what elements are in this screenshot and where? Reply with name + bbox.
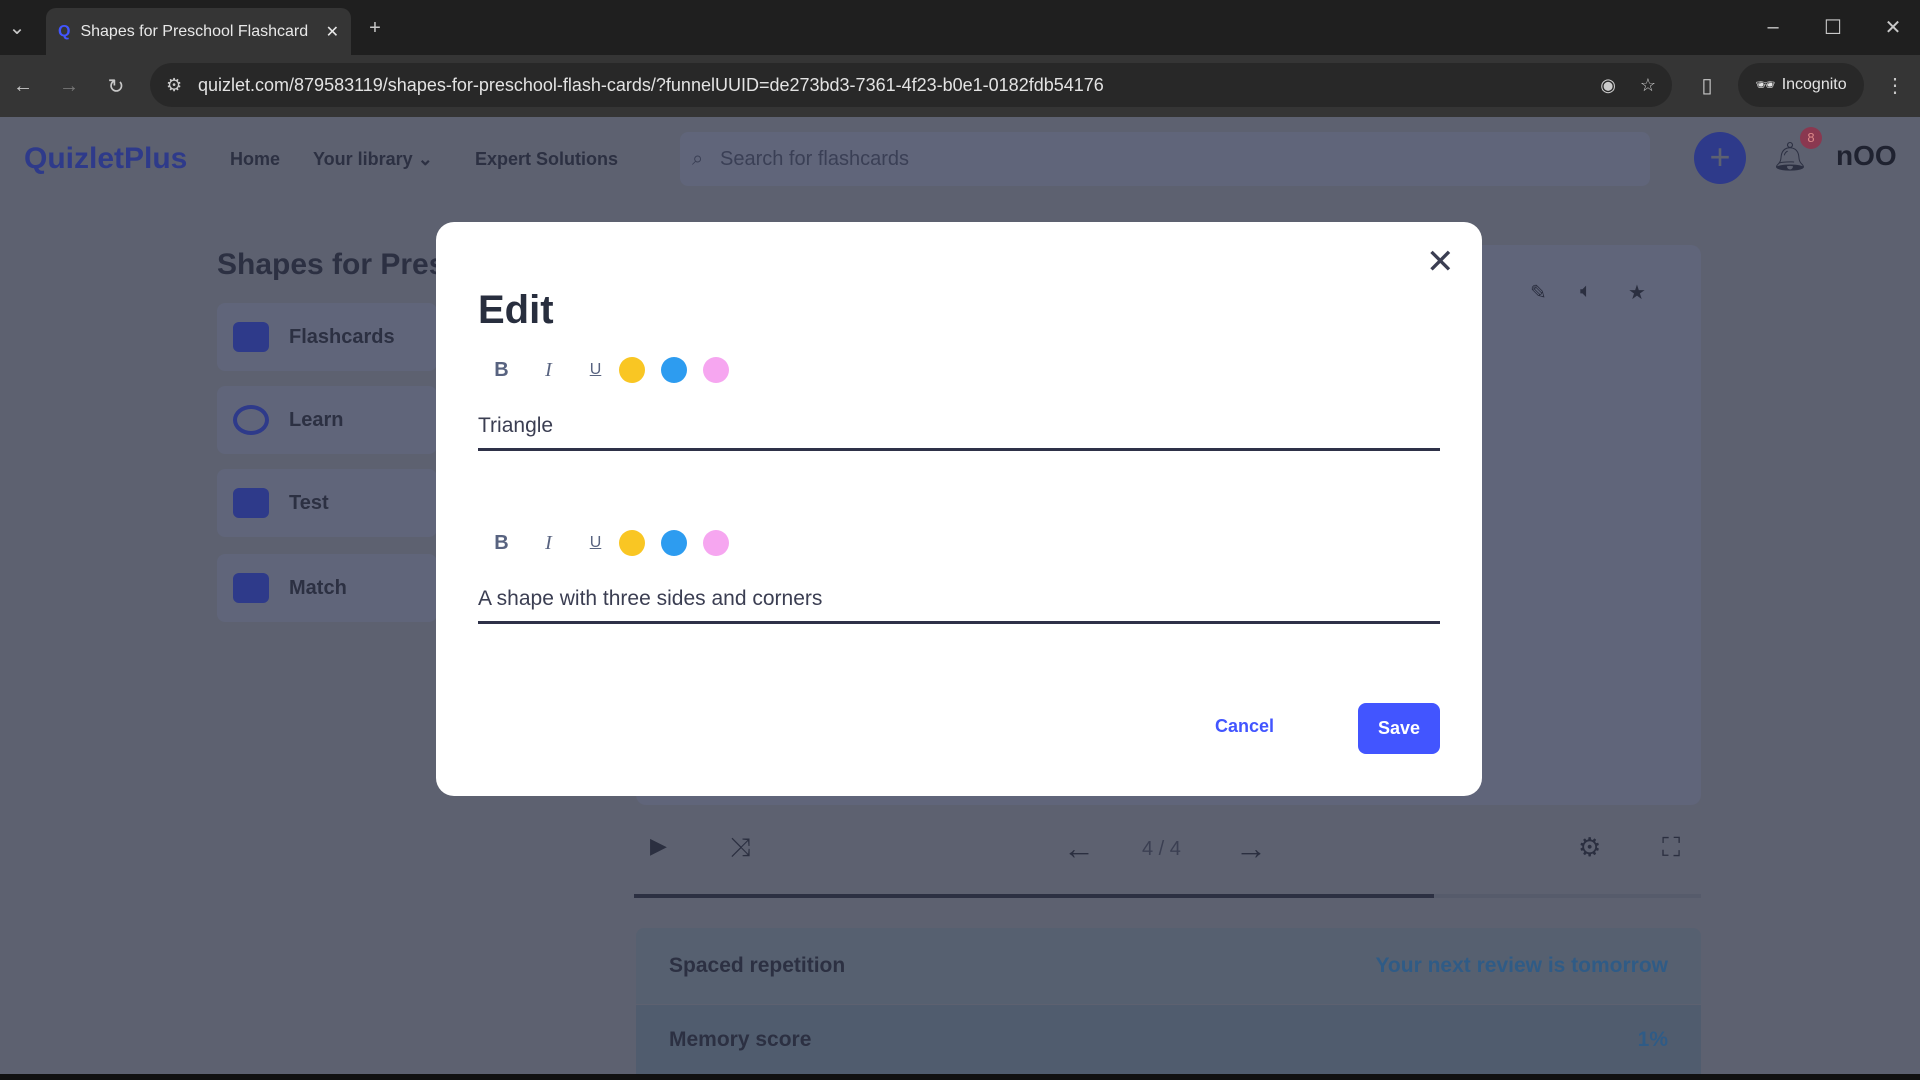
reload-icon[interactable]: ↻ (99, 69, 133, 103)
mode-test[interactable]: Test (217, 469, 437, 537)
highlight-yellow-button[interactable] (619, 357, 645, 383)
avatar[interactable]: nOO (1836, 140, 1897, 172)
mode-flashcards[interactable]: Flashcards (217, 303, 437, 371)
next-review-text: Your next review is tomorrow (1375, 954, 1668, 977)
maximize-icon[interactable]: ☐ (1816, 10, 1850, 44)
definition-format-toolbar: B I U (478, 530, 745, 556)
tab-title: Shapes for Preschool Flashcard (80, 22, 309, 40)
chevron-down-icon: ⌄ (417, 149, 433, 169)
bold-button[interactable]: B (478, 359, 525, 382)
highlight-yellow-button[interactable] (619, 530, 645, 556)
incognito-badge[interactable]: 🕶 Incognito (1738, 63, 1864, 107)
shuffle-icon[interactable]: ⤨ (730, 832, 751, 864)
underline-button[interactable]: U (572, 361, 619, 379)
close-tab-icon[interactable]: ✕ (326, 22, 339, 42)
progress-track (634, 894, 1701, 898)
minimize-icon[interactable]: – (1756, 10, 1790, 44)
nav-home[interactable]: Home (230, 149, 280, 170)
tab-search-icon[interactable]: ⌄ (0, 10, 34, 44)
card-counter: 4 / 4 (1142, 838, 1181, 860)
italic-button[interactable]: I (525, 532, 572, 555)
save-button[interactable]: Save (1358, 703, 1440, 754)
mode-label: Test (289, 491, 329, 514)
incognito-label: Incognito (1781, 76, 1847, 93)
test-icon (233, 488, 269, 518)
previous-card-icon[interactable]: ← (1063, 830, 1095, 867)
spaced-repetition-row: Spaced repetition Your next review is tom… (636, 928, 1701, 1004)
mode-learn[interactable]: Learn (217, 386, 437, 454)
mode-label: Match (289, 576, 347, 599)
forward-icon[interactable]: → (52, 69, 86, 103)
term-format-toolbar: B I U (478, 357, 745, 383)
star-icon[interactable]: ★ (1628, 280, 1646, 305)
set-title: Shapes for Pres (217, 248, 446, 281)
back-icon[interactable]: ← (6, 69, 40, 103)
edit-card-modal: ✕ Edit B I U Triangle B I U A shape with… (436, 222, 1482, 796)
new-tab-icon[interactable]: + (358, 11, 392, 45)
search-input[interactable]: ⌕ Search for flashcards (680, 132, 1650, 186)
fullscreen-icon[interactable]: ⛶ (1662, 832, 1680, 864)
url-text: quizlet.com/879583119/shapes-for-prescho… (198, 74, 1104, 95)
play-icon[interactable]: ▶ (650, 833, 667, 859)
memory-score-value: 1% (1637, 1028, 1668, 1051)
mode-label: Learn (289, 408, 344, 431)
settings-gear-icon[interactable]: ⚙ (1578, 832, 1601, 863)
close-icon[interactable]: ✕ (1426, 242, 1455, 282)
side-panel-icon[interactable]: ▯ (1690, 68, 1724, 102)
bottom-edge (0, 1074, 1920, 1080)
progress-fill (634, 894, 1435, 898)
eye-off-icon[interactable]: ◉ (1600, 75, 1616, 96)
spaced-repetition-label: Spaced repetition (669, 954, 846, 977)
modal-title: Edit (478, 288, 554, 332)
bookmark-star-icon[interactable]: ☆ (1640, 75, 1656, 96)
highlight-blue-button[interactable] (661, 530, 687, 556)
notification-badge: 8 (1800, 127, 1822, 149)
quizlet-favicon-icon: Q (58, 22, 71, 40)
next-card-icon[interactable]: → (1235, 830, 1267, 867)
highlight-blue-button[interactable] (661, 357, 687, 383)
close-window-icon[interactable]: ✕ (1876, 10, 1910, 44)
audio-icon[interactable]: 🔈︎ (1580, 280, 1592, 303)
browser-tab-bar: ⌄ Q Shapes for Preschool Flashcard ✕ + –… (0, 0, 1920, 55)
edit-pencil-icon[interactable]: ✎ (1530, 280, 1547, 305)
nav-your-library-label: Your library (313, 149, 413, 169)
mode-match[interactable]: Match (217, 554, 437, 622)
address-bar[interactable]: ⚙ quizlet.com/879583119/shapes-for-presc… (150, 63, 1672, 107)
mode-label: Flashcards (289, 325, 395, 348)
learn-icon (233, 405, 269, 435)
browser-tab[interactable]: Q Shapes for Preschool Flashcard ✕ (46, 8, 351, 55)
create-plus-icon[interactable]: + (1694, 132, 1746, 184)
incognito-icon: 🕶 (1755, 77, 1776, 94)
highlight-pink-button[interactable] (703, 357, 729, 383)
cancel-button[interactable]: Cancel (1215, 716, 1274, 737)
definition-input[interactable]: A shape with three sides and corners (478, 587, 1440, 624)
term-input[interactable]: Triangle (478, 414, 1440, 451)
italic-button[interactable]: I (525, 359, 572, 382)
nav-your-library[interactable]: Your library ⌄ (313, 149, 433, 170)
underline-button[interactable]: U (572, 534, 619, 552)
memory-score-row: Memory score 1% (636, 1005, 1701, 1075)
memory-score-label: Memory score (669, 1028, 812, 1051)
match-icon (233, 573, 269, 603)
highlight-pink-button[interactable] (703, 530, 729, 556)
site-info-icon[interactable]: ⚙ (166, 75, 182, 96)
quizlet-plus-logo[interactable]: QuizletPlus (24, 142, 187, 176)
bold-button[interactable]: B (478, 532, 525, 555)
search-icon: ⌕ (692, 147, 704, 170)
browser-menu-icon[interactable]: ⋮ (1878, 68, 1912, 102)
search-placeholder: Search for flashcards (720, 147, 909, 170)
nav-expert-solutions[interactable]: Expert Solutions (475, 149, 618, 170)
flashcards-icon (233, 322, 269, 352)
